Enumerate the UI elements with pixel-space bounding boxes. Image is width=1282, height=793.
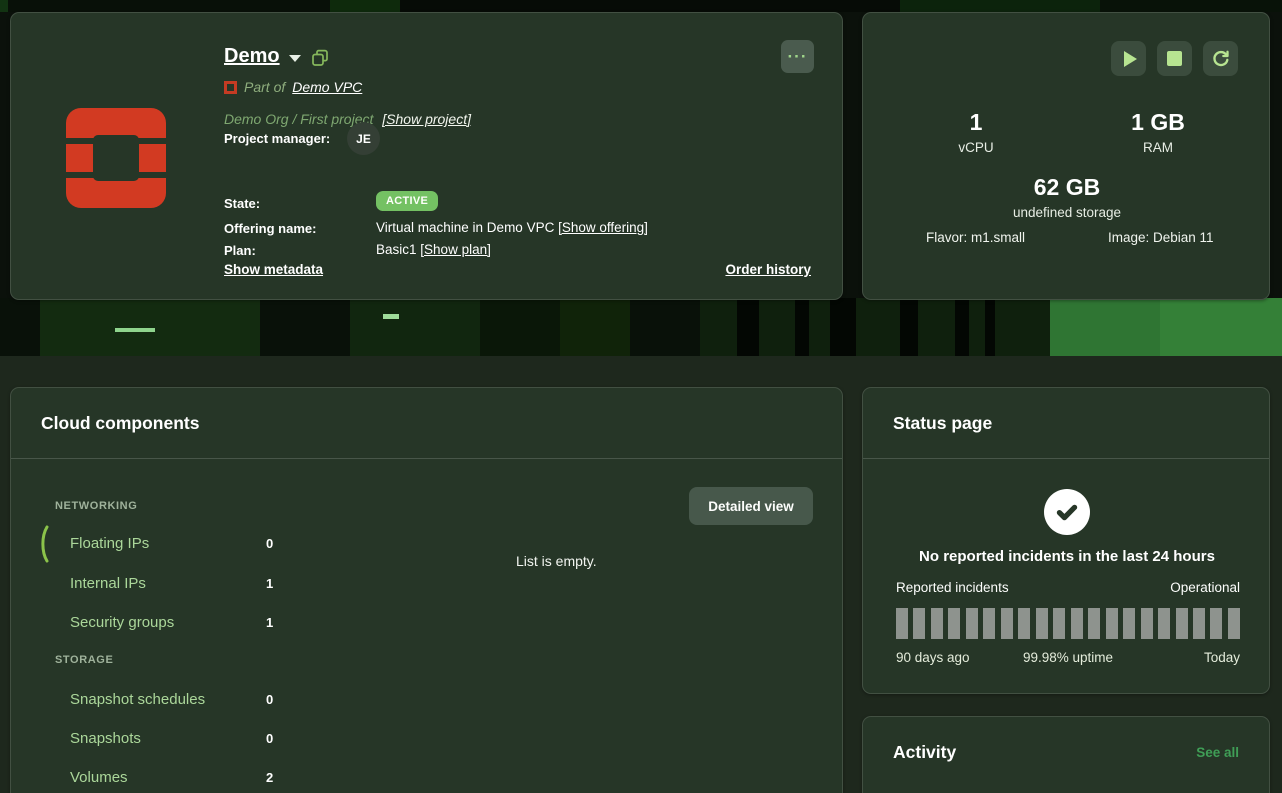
- component-item-internal-ips[interactable]: Internal IPs 1: [55, 568, 315, 598]
- resource-summary-card: 1 vCPU 1 GB RAM 62 GB undefined storage …: [862, 12, 1270, 300]
- offering-label: Offering name:: [224, 221, 316, 236]
- flavor-text: Flavor: m1.small: [926, 230, 1025, 245]
- restart-button[interactable]: [1203, 41, 1238, 76]
- uptime-bar: [948, 608, 960, 639]
- state-label: State:: [224, 196, 260, 211]
- component-item-floating-ips[interactable]: Floating IPs 0: [55, 528, 315, 558]
- uptime-bar: [896, 608, 908, 639]
- uptime-bar: [1158, 608, 1170, 639]
- uptime-bar: [1018, 608, 1030, 639]
- status-badge: ACTIVE: [376, 191, 438, 211]
- uptime-bar: [1106, 608, 1118, 639]
- component-label: Snapshots: [70, 730, 141, 747]
- dashboard-page: Demo Part of Demo VPC Demo Org / First p…: [0, 0, 1282, 793]
- component-item-snapshot-schedules[interactable]: Snapshot schedules 0: [55, 684, 315, 714]
- uptime-bar: [1193, 608, 1205, 639]
- more-actions-button[interactable]: ···: [781, 40, 814, 73]
- check-circle-icon: [1044, 489, 1090, 535]
- copy-icon[interactable]: [310, 48, 330, 68]
- section-label-storage: STORAGE: [55, 654, 113, 666]
- offering-value: Virtual machine in Demo VPC: [376, 220, 554, 235]
- uptime-bars: [896, 608, 1240, 639]
- detailed-view-button[interactable]: Detailed view: [689, 487, 813, 525]
- uptime-bar: [1228, 608, 1240, 639]
- uptime-bar: [1088, 608, 1100, 639]
- part-of-prefix: Part of: [244, 79, 285, 95]
- plan-value: Basic1: [376, 242, 417, 257]
- uptime-bar: [1176, 608, 1188, 639]
- ram-value: 1 GB: [1083, 109, 1233, 136]
- avatar[interactable]: JE: [347, 122, 380, 155]
- uptime-bar: [1071, 608, 1083, 639]
- component-item-security-groups[interactable]: Security groups 1: [55, 607, 315, 637]
- show-plan-link[interactable]: [Show plan]: [420, 242, 491, 257]
- uptime-footer-end: Today: [1204, 650, 1240, 665]
- chevron-down-icon[interactable]: [289, 55, 301, 62]
- openstack-logo-icon: [66, 108, 166, 208]
- resource-header-card: Demo Part of Demo VPC Demo Org / First p…: [10, 12, 843, 300]
- see-all-link[interactable]: See all: [1196, 745, 1239, 760]
- stop-icon: [1167, 51, 1182, 66]
- uptime-bar: [1053, 608, 1065, 639]
- uptime-bar: [1001, 608, 1013, 639]
- uptime-bar: [1141, 608, 1153, 639]
- component-count: 0: [266, 692, 273, 707]
- start-button[interactable]: [1111, 41, 1146, 76]
- activity-card: Activity See all: [862, 716, 1270, 793]
- component-count: 1: [266, 576, 273, 591]
- order-history-link[interactable]: Order history: [725, 262, 811, 277]
- section-label-networking: NETWORKING: [55, 500, 137, 512]
- component-count: 2: [266, 770, 273, 785]
- reported-incidents-label: Reported incidents: [896, 580, 1009, 595]
- empty-list-text: List is empty.: [516, 553, 597, 569]
- play-icon: [1124, 51, 1137, 67]
- uptime-bar: [931, 608, 943, 639]
- show-metadata-link[interactable]: Show metadata: [224, 262, 323, 277]
- ram-label: RAM: [1083, 140, 1233, 155]
- component-count: 0: [266, 536, 273, 551]
- plan-label: Plan:: [224, 243, 256, 258]
- component-label: Snapshot schedules: [70, 691, 205, 708]
- component-count: 1: [266, 615, 273, 630]
- component-count: 0: [266, 731, 273, 746]
- uptime-percentage: 99.98% uptime: [896, 650, 1240, 665]
- show-offering-link[interactable]: [Show offering]: [558, 220, 648, 235]
- component-label: Floating IPs: [70, 535, 149, 552]
- storage-label: undefined storage: [863, 205, 1271, 220]
- component-item-volumes[interactable]: Volumes 2: [55, 762, 315, 792]
- vcpu-label: vCPU: [901, 140, 1051, 155]
- component-label: Volumes: [70, 769, 128, 786]
- vpc-icon: [224, 81, 237, 94]
- image-text: Image: Debian 11: [1108, 230, 1214, 245]
- uptime-bar: [1210, 608, 1222, 639]
- cloud-components-title: Cloud components: [41, 413, 199, 434]
- vcpu-value: 1: [901, 109, 1051, 136]
- storage-value: 62 GB: [863, 174, 1271, 201]
- background-top-strip: [0, 0, 1282, 12]
- part-of-link[interactable]: Demo VPC: [292, 79, 362, 95]
- stop-button[interactable]: [1157, 41, 1192, 76]
- operational-label: Operational: [1170, 580, 1240, 595]
- active-indicator: [38, 524, 50, 564]
- uptime-bar: [1123, 608, 1135, 639]
- status-page-card: Status page No reported incidents in the…: [862, 387, 1270, 694]
- status-message: No reported incidents in the last 24 hou…: [863, 548, 1271, 565]
- uptime-bar: [913, 608, 925, 639]
- background-photo-band: [0, 298, 1282, 356]
- cloud-components-card: Cloud components NETWORKING Floating IPs…: [10, 387, 843, 793]
- status-page-title: Status page: [893, 413, 992, 434]
- component-label: Internal IPs: [70, 575, 146, 592]
- show-project-link[interactable]: [Show project]: [382, 111, 471, 127]
- refresh-icon: [1211, 49, 1231, 69]
- component-item-snapshots[interactable]: Snapshots 0: [55, 723, 315, 753]
- uptime-bar: [966, 608, 978, 639]
- uptime-bar: [1036, 608, 1048, 639]
- resource-title[interactable]: Demo: [224, 45, 280, 68]
- project-manager-label: Project manager:: [224, 131, 330, 146]
- component-label: Security groups: [70, 614, 174, 631]
- breadcrumb-text: Demo Org / First project: [224, 111, 373, 127]
- uptime-bar: [983, 608, 995, 639]
- breadcrumb: Demo Org / First project [Show project]: [224, 111, 471, 127]
- activity-title: Activity: [893, 742, 956, 763]
